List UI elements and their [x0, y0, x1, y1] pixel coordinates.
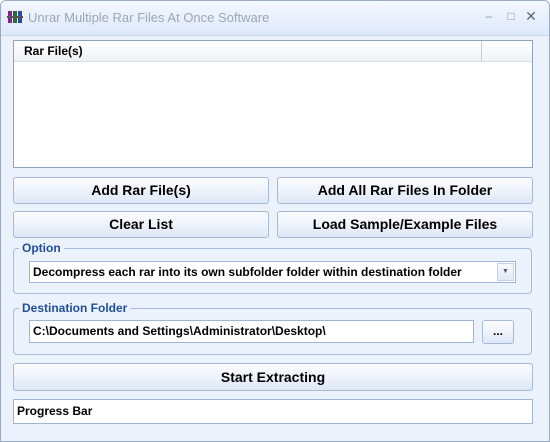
option-group-label: Option [19, 241, 64, 255]
main-window: Unrar Multiple Rar Files At Once Softwar… [0, 0, 550, 442]
title-bar[interactable]: Unrar Multiple Rar Files At Once Softwar… [1, 1, 549, 36]
clear-list-button[interactable]: Clear List [13, 211, 269, 238]
destination-folder-label: Destination Folder [19, 301, 131, 315]
window-title: Unrar Multiple Rar Files At Once Softwar… [28, 10, 270, 25]
progress-bar: Progress Bar [13, 399, 533, 424]
rar-file-list[interactable]: Rar File(s) [13, 40, 533, 168]
option-dropdown[interactable]: Decompress each rar into its own subfold… [29, 261, 516, 283]
add-all-rar-files-in-folder-button[interactable]: Add All Rar Files In Folder [277, 177, 533, 204]
browse-button[interactable]: ... [482, 320, 514, 344]
load-sample-files-button[interactable]: Load Sample/Example Files [277, 211, 533, 238]
progress-label: Progress Bar [17, 404, 93, 418]
chevron-down-icon[interactable]: ▼ [497, 263, 514, 281]
start-extracting-button[interactable]: Start Extracting [13, 363, 533, 391]
destination-folder-input[interactable]: C:\Documents and Settings\Administrator\… [29, 320, 474, 343]
close-button[interactable]: ✕ [521, 7, 541, 25]
winrar-books-icon [7, 11, 23, 23]
column-header-rar-files[interactable]: Rar File(s) [14, 41, 482, 61]
add-rar-files-button[interactable]: Add Rar File(s) [13, 177, 269, 204]
list-header: Rar File(s) [14, 41, 532, 62]
maximize-button[interactable]: □ [501, 7, 521, 25]
minimize-button[interactable]: – [479, 7, 499, 25]
option-selected-value: Decompress each rar into its own subfold… [33, 265, 462, 279]
